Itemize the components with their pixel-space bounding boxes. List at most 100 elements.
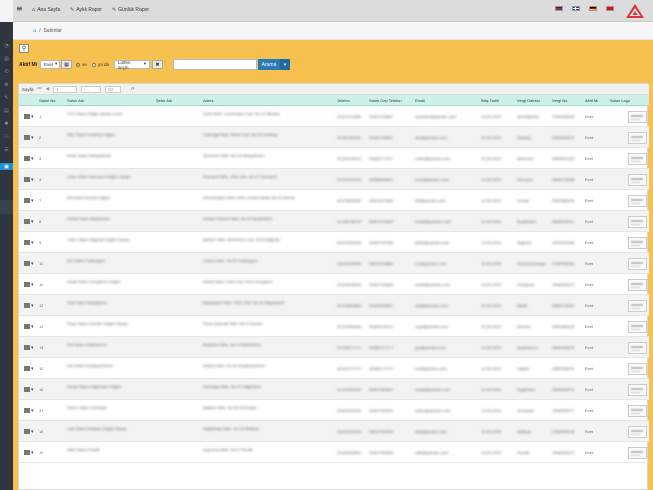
nav-gunluk-rapor[interactable]: ✎ Günlük Rapor bbox=[112, 7, 149, 13]
radio-ve[interactable]: ve bbox=[76, 62, 87, 67]
table-row[interactable]: ▾ 17 Defne Salon Ümraniye Atakent Mah. No:3… bbox=[19, 400, 649, 421]
salon-logo-thumbnail[interactable] bbox=[628, 425, 647, 438]
col-cep-telefon[interactable]: Salon Cep Telefon bbox=[369, 98, 402, 103]
row-actions-button[interactable]: ▾ bbox=[24, 450, 36, 456]
wrench-icon[interactable]: ✎ bbox=[2, 94, 11, 101]
col-vergi-dairesi[interactable]: Vergi Dairesi bbox=[517, 98, 540, 103]
salon-logo-thumbnail[interactable] bbox=[628, 257, 647, 270]
col-email[interactable]: Email bbox=[415, 98, 425, 103]
table-row[interactable]: ▾ 15 İnci Salon Küçükçekmece Halkalı Mah. N… bbox=[19, 358, 649, 379]
salon-logo-thumbnail[interactable] bbox=[628, 383, 647, 396]
salon-logo-thumbnail[interactable] bbox=[628, 215, 647, 228]
status-select[interactable]: Evet ▾ bbox=[40, 60, 60, 69]
table-row[interactable]: ▾ 11 Sedef Salon Güngören Düğün Merter Mah.… bbox=[19, 274, 649, 295]
table-row[interactable]: ▾ 10 Nur Salon Sultangazi Cebeci Mah. No:22… bbox=[19, 253, 649, 274]
table-row[interactable]: ▾ 9 Yıldız Salon Bağcılar Düğün Sarayı Merk… bbox=[19, 232, 649, 253]
col-adres[interactable]: Adres bbox=[203, 98, 213, 103]
document-icon[interactable]: ▤ bbox=[2, 107, 11, 114]
nav-aylik-rapor[interactable]: ✎ Aylık Rapor bbox=[70, 7, 102, 13]
row-actions-button[interactable]: ▾ bbox=[24, 177, 36, 183]
search-toggle-button[interactable]: ⚲ bbox=[19, 44, 29, 53]
search-button[interactable]: Arama bbox=[258, 59, 280, 70]
flag-icon-tr[interactable] bbox=[606, 6, 614, 11]
row-actions-button[interactable]: ▾ bbox=[24, 408, 36, 414]
prev-page-icon[interactable]: ◀ bbox=[46, 87, 49, 92]
flag-icon-de[interactable] bbox=[589, 6, 597, 11]
refresh-icon[interactable]: ⟳ bbox=[131, 87, 135, 92]
row-actions-button[interactable]: ▾ bbox=[24, 156, 36, 162]
table-row[interactable]: ▾ 7 Elit Salon Avcılar Düğün Denizköşkler M… bbox=[19, 190, 649, 211]
row-actions-button[interactable]: ▾ bbox=[24, 240, 36, 246]
page-size-select[interactable]: 50 bbox=[105, 85, 122, 93]
users-icon[interactable]: ⚇ bbox=[2, 133, 11, 140]
col-vergi-no[interactable]: Vergi No bbox=[552, 98, 567, 103]
col-aktif-mi[interactable]: Aktif Mi bbox=[585, 98, 598, 103]
salon-logo-thumbnail[interactable] bbox=[628, 404, 647, 417]
salon-logo-thumbnail[interactable] bbox=[628, 362, 647, 375]
table-row[interactable]: ▾ 3 Mutlu Salon Bahçelievler Şirinevler Mah… bbox=[19, 148, 649, 169]
table-row[interactable]: ▾ 16 Saray Salon Kağıthane Düğün Hamidiye M… bbox=[19, 379, 649, 400]
radio-ya-da[interactable]: ya da bbox=[92, 62, 109, 67]
salon-logo-thumbnail[interactable] bbox=[628, 110, 647, 123]
col-telefon[interactable]: Telefon bbox=[337, 98, 350, 103]
col-sehir-adi[interactable]: Şehir Adı bbox=[156, 98, 172, 103]
table-row[interactable]: ▾ 19 Safir Salon Pendik Kaynarca Mah. No:2 … bbox=[19, 442, 649, 463]
home-icon[interactable]: ⌂ bbox=[33, 28, 36, 34]
nav-ana-sayfa[interactable]: ⌂ Ana Sayfa bbox=[32, 7, 60, 13]
salon-logo-thumbnail[interactable] bbox=[628, 152, 647, 165]
col-salon-logo[interactable]: Salon Logo bbox=[610, 98, 630, 103]
row-actions-button[interactable]: ▾ bbox=[24, 345, 36, 351]
page-input[interactable]: 1 bbox=[53, 85, 78, 93]
salon-logo-thumbnail[interactable] bbox=[628, 341, 647, 354]
flag-icon-gb[interactable] bbox=[572, 6, 580, 11]
row-actions-button[interactable]: ▾ bbox=[24, 219, 36, 225]
table-row[interactable]: ▾ 1 XYZ Salon Düğün Sarayı Çorlu Çorlu Mah.… bbox=[19, 106, 649, 127]
calendar-button[interactable]: ▦ bbox=[61, 60, 72, 69]
col-salon-adi[interactable]: Salon Adı bbox=[67, 98, 84, 103]
radio-dot-ve[interactable] bbox=[76, 62, 80, 67]
salon-logo-thumbnail[interactable] bbox=[628, 173, 647, 186]
list-icon[interactable]: ☰ bbox=[2, 146, 11, 153]
dashboard-icon[interactable]: ◔ bbox=[2, 42, 11, 49]
salon-logo-thumbnail[interactable] bbox=[628, 299, 647, 312]
row-actions-button[interactable]: ▾ bbox=[24, 324, 36, 330]
salon-icon[interactable]: ▣ bbox=[0, 163, 13, 170]
col-bitis-tarihi[interactable]: Bitiş Tarihi bbox=[481, 98, 499, 103]
salon-logo-thumbnail[interactable] bbox=[628, 320, 647, 333]
table-row[interactable]: ▾ 13 Rüya Salon Esenler Düğün Sarayı Fevzi … bbox=[19, 316, 649, 337]
table-row[interactable]: ▾ 12 Vadi Salon Başakşehir Başakşehir Mah. … bbox=[19, 295, 649, 316]
chart-icon[interactable]: ▥ bbox=[2, 55, 11, 62]
salon-logo-thumbnail[interactable] bbox=[628, 446, 647, 459]
search-input[interactable] bbox=[173, 59, 257, 70]
row-actions-button[interactable]: ▾ bbox=[24, 198, 36, 204]
row-actions-button[interactable]: ▾ bbox=[24, 429, 36, 435]
first-page-icon[interactable]: ⏮ bbox=[38, 86, 42, 92]
col-salon-no[interactable]: Salon No bbox=[39, 98, 55, 103]
table-row[interactable]: ▾ 2 ABC Salon Kadıköy Düğün Caferağa Mah. M… bbox=[19, 127, 649, 148]
star-icon[interactable]: ✱ bbox=[2, 120, 11, 127]
salon-logo-thumbnail[interactable] bbox=[628, 194, 647, 207]
table-row[interactable]: ▾ 18 Lale Salon Maltepe Düğün Sarayı Bağlar… bbox=[19, 421, 649, 442]
row-actions-button[interactable]: ▾ bbox=[24, 366, 36, 372]
search-options-button[interactable]: ▾ bbox=[280, 59, 290, 70]
row-actions-button[interactable]: ▾ bbox=[24, 387, 36, 393]
phone-icon[interactable]: ✆ bbox=[2, 68, 11, 75]
radio-dot-ya-da[interactable] bbox=[92, 62, 96, 67]
salon-logo-thumbnail[interactable] bbox=[628, 278, 647, 291]
flag-icon-1[interactable] bbox=[555, 6, 563, 11]
row-actions-button[interactable]: ▾ bbox=[24, 114, 36, 120]
salon-logo-thumbnail[interactable] bbox=[628, 131, 647, 144]
row-actions-button[interactable]: ▾ bbox=[24, 303, 36, 309]
table-row[interactable]: ▾ 4 Lotus Salon Esenyurt Düğün Sarayı Eseny… bbox=[19, 169, 649, 190]
clear-filter-button[interactable]: ✖ bbox=[152, 60, 163, 69]
field-select[interactable]: Lütfen seçin ▾ bbox=[114, 60, 150, 70]
table-row[interactable]: ▾ 8 Kristal Salon Beylikdüzü Adnan Kahveci … bbox=[19, 211, 649, 232]
salon-logo-thumbnail[interactable] bbox=[628, 236, 647, 249]
brand-logo[interactable] bbox=[625, 3, 645, 19]
table-row[interactable]: ▾ 14 Gül Salon Zeytinburnu Beştelsiz Mah. N… bbox=[19, 337, 649, 358]
settings-icon[interactable]: ⚙ bbox=[2, 81, 11, 88]
hamburger-icon[interactable]: ≡ bbox=[16, 5, 23, 13]
row-actions-button[interactable]: ▾ bbox=[24, 135, 36, 141]
row-actions-button[interactable]: ▾ bbox=[24, 282, 36, 288]
row-actions-button[interactable]: ▾ bbox=[24, 261, 36, 267]
